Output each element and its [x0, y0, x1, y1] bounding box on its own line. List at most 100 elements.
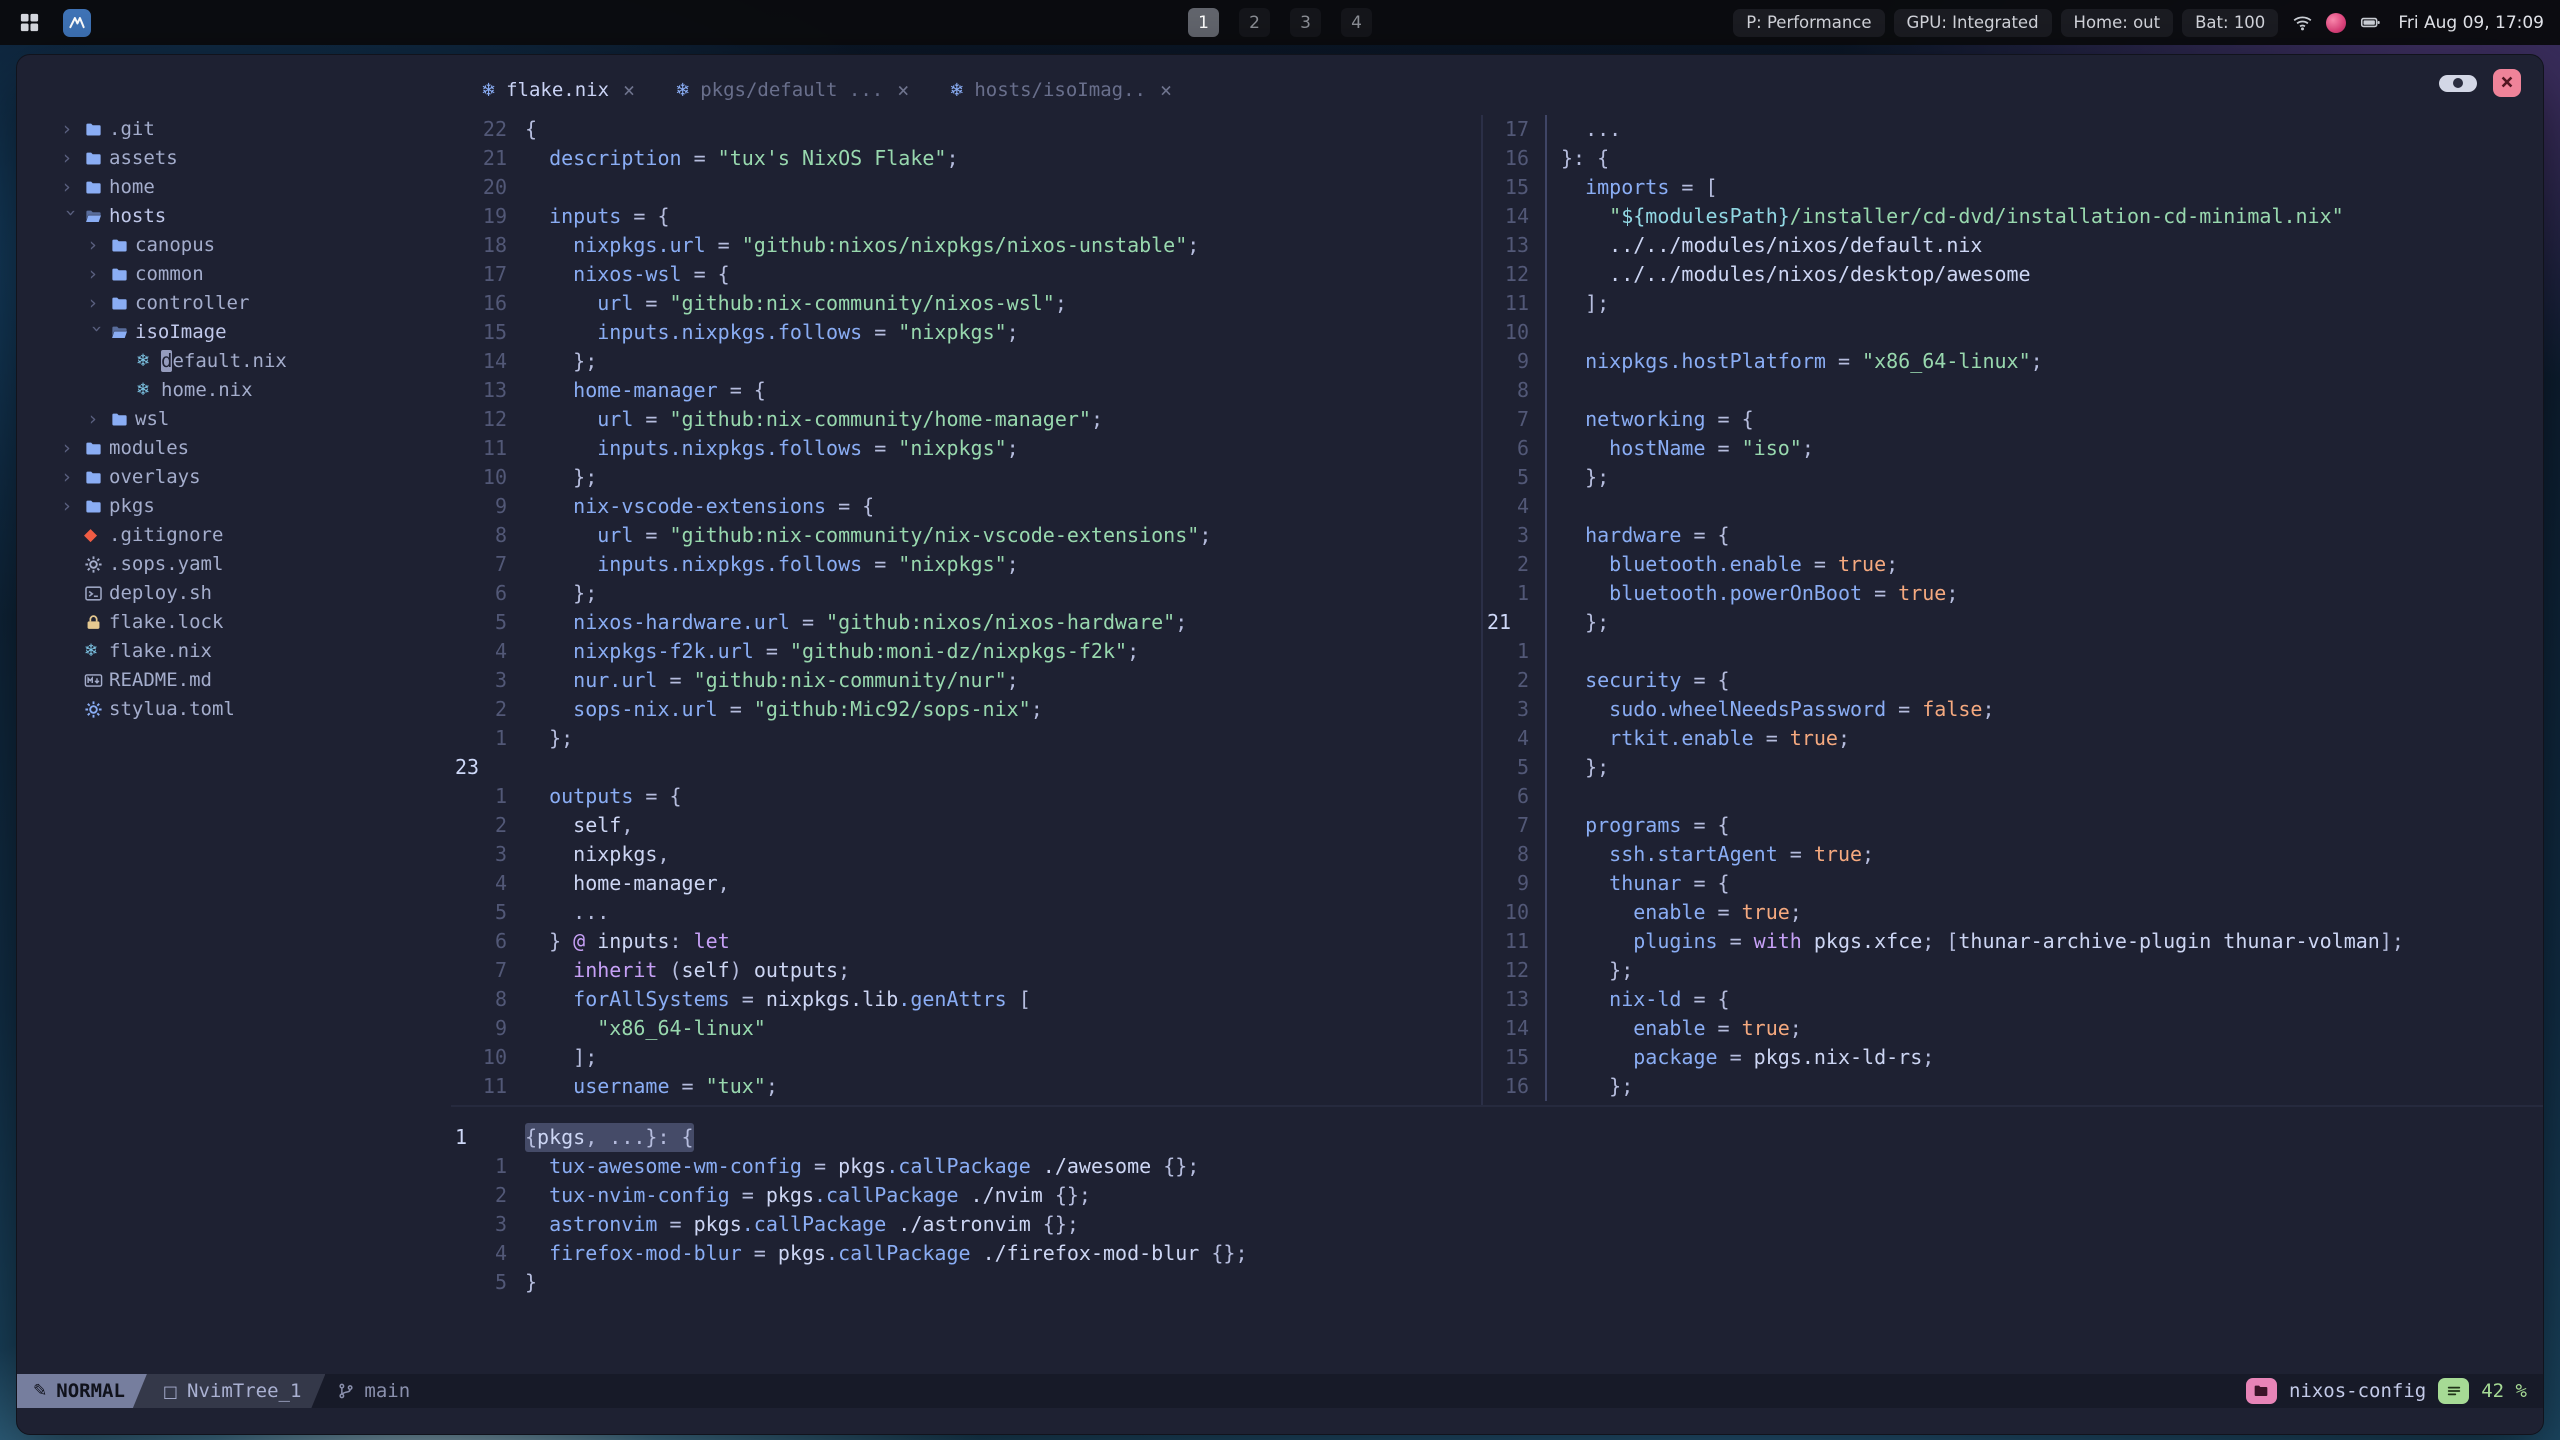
tree-item-default-nix[interactable]: ❄ default.nix — [61, 347, 451, 376]
code-line[interactable]: 10 ]; — [451, 1043, 1481, 1072]
code-line[interactable]: 1 — [1483, 637, 2543, 666]
tree-item--git[interactable]: › .git — [61, 115, 451, 144]
code-line[interactable]: 7 networking = { — [1483, 405, 2543, 434]
code-line[interactable]: 1 }; — [451, 724, 1481, 753]
tree-item-controller[interactable]: › controller — [61, 289, 451, 318]
code-line[interactable]: 2 security = { — [1483, 666, 2543, 695]
workspace-button-1[interactable]: 1 — [1188, 8, 1219, 37]
tree-item-overlays[interactable]: › overlays — [61, 463, 451, 492]
code-line[interactable]: 12 ../../modules/nixos/desktop/awesome — [1483, 260, 2543, 289]
tree-item-deploy-sh[interactable]: deploy.sh — [61, 579, 451, 608]
code-line[interactable]: 19 inputs = { — [451, 202, 1481, 231]
code-line[interactable]: 3 astronvim = pkgs.callPackage ./astronv… — [451, 1210, 2543, 1239]
code-line[interactable]: 13 home-manager = { — [451, 376, 1481, 405]
code-line[interactable]: 10 enable = true; — [1483, 898, 2543, 927]
code-line[interactable]: 15 package = pkgs.nix-ld-rs; — [1483, 1043, 2543, 1072]
code-line[interactable]: 13 ../../modules/nixos/default.nix — [1483, 231, 2543, 260]
tree-item-assets[interactable]: › assets — [61, 144, 451, 173]
code-line[interactable]: 22 { — [451, 115, 1481, 144]
code-line[interactable]: 16 }; — [1483, 1072, 2543, 1101]
tab-pkgs-default-[interactable]: ❄ pkgs/default ... × — [655, 70, 929, 110]
code-line[interactable]: 17 ... — [1483, 115, 2543, 144]
code-line[interactable]: 10 }; — [451, 463, 1481, 492]
code-line[interactable]: 7 inputs.nixpkgs.follows = "nixpkgs"; — [451, 550, 1481, 579]
code-line[interactable]: 4 nixpkgs-f2k.url = "github:moni-dz/nixp… — [451, 637, 1481, 666]
tree-item-wsl[interactable]: › wsl — [61, 405, 451, 434]
tree-item-common[interactable]: › common — [61, 260, 451, 289]
tree-item-modules[interactable]: › modules — [61, 434, 451, 463]
code-line[interactable]: 15 inputs.nixpkgs.follows = "nixpkgs"; — [451, 318, 1481, 347]
code-line[interactable]: 3 sudo.wheelNeedsPassword = false; — [1483, 695, 2543, 724]
code-line[interactable]: 8 ssh.startAgent = true; — [1483, 840, 2543, 869]
code-line[interactable]: 5 }; — [1483, 753, 2543, 782]
code-line[interactable]: 13 nix-ld = { — [1483, 985, 2543, 1014]
pane-left[interactable]: 22{21 description = "tux's NixOS Flake";… — [451, 115, 1481, 1105]
tree-item-home[interactable]: › home — [61, 173, 451, 202]
code-line[interactable]: 2 sops-nix.url = "github:Mic92/sops-nix"… — [451, 695, 1481, 724]
code-line[interactable]: 6 — [1483, 782, 2543, 811]
code-line[interactable]: 1 bluetooth.powerOnBoot = true; — [1483, 579, 2543, 608]
code-line[interactable]: 8 url = "github:nix-community/nix-vscode… — [451, 521, 1481, 550]
code-line[interactable]: 8 forAllSystems = nixpkgs.lib.genAttrs [ — [451, 985, 1481, 1014]
tree-item-pkgs[interactable]: › pkgs — [61, 492, 451, 521]
nvim-tree[interactable]: › .git › assets › home › hosts › canopus › common › c… — [17, 113, 451, 1374]
code-line[interactable]: 14 }; — [451, 347, 1481, 376]
code-line[interactable]: 14 "${modulesPath}/installer/cd-dvd/inst… — [1483, 202, 2543, 231]
workspace-button-2[interactable]: 2 — [1239, 8, 1270, 37]
code-line[interactable]: 12 url = "github:nix-community/home-mana… — [451, 405, 1481, 434]
code-line[interactable]: 18 nixpkgs.url = "github:nixos/nixpkgs/n… — [451, 231, 1481, 260]
window-close-button[interactable]: × — [2493, 69, 2521, 97]
code-line[interactable]: 2 bluetooth.enable = true; — [1483, 550, 2543, 579]
tab-hosts-isoImag-[interactable]: ❄ hosts/isoImag.. × — [929, 70, 1192, 110]
code-line[interactable]: 3 nixpkgs, — [451, 840, 1481, 869]
code-line[interactable]: 6 hostName = "iso"; — [1483, 434, 2543, 463]
code-line[interactable]: 9 "x86_64-linux" — [451, 1014, 1481, 1043]
tab-flake-nix[interactable]: ❄ flake.nix × — [461, 70, 655, 110]
code-line[interactable]: 5 ... — [451, 898, 1481, 927]
code-line[interactable]: 1 tux-awesome-wm-config = pkgs.callPacka… — [451, 1152, 2543, 1181]
code-line[interactable]: 20 — [451, 173, 1481, 202]
code-line[interactable]: 4 rtkit.enable = true; — [1483, 724, 2543, 753]
code-line[interactable]: 16 url = "github:nix-community/nixos-wsl… — [451, 289, 1481, 318]
code-line[interactable]: 11 plugins = with pkgs.xfce; [thunar-arc… — [1483, 927, 2543, 956]
code-line[interactable]: 3 hardware = { — [1483, 521, 2543, 550]
code-line[interactable]: 1 {pkgs, ...}: { — [451, 1123, 2543, 1152]
awesome-logo-icon[interactable] — [63, 8, 91, 37]
tree-item-isoImage[interactable]: › isoImage — [61, 318, 451, 347]
code-line[interactable]: 11 username = "tux"; — [451, 1072, 1481, 1101]
close-icon[interactable]: × — [623, 78, 635, 102]
code-line[interactable]: 4 — [1483, 492, 2543, 521]
code-line[interactable]: 3 nur.url = "github:nix-community/nur"; — [451, 666, 1481, 695]
pane-right[interactable]: 17 ... 16}: {15 imports = [14 "${modulesP… — [1483, 115, 2543, 1105]
code-line[interactable]: 21 }; — [1483, 608, 2543, 637]
workspace-button-3[interactable]: 3 — [1290, 8, 1321, 37]
code-line[interactable]: 8 — [1483, 376, 2543, 405]
code-line[interactable]: 2 self, — [451, 811, 1481, 840]
code-line[interactable]: 5} — [451, 1268, 2543, 1297]
code-line[interactable]: 5 }; — [1483, 463, 2543, 492]
tree-item--gitignore[interactable]: ◆ .gitignore — [61, 521, 451, 550]
code-line[interactable]: 10 — [1483, 318, 2543, 347]
code-line[interactable]: 14 enable = true; — [1483, 1014, 2543, 1043]
code-line[interactable]: 23 — [451, 753, 1481, 782]
tree-item-README-md[interactable]: README.md — [61, 666, 451, 695]
code-line[interactable]: 5 nixos-hardware.url = "github:nixos/nix… — [451, 608, 1481, 637]
code-line[interactable]: 9 thunar = { — [1483, 869, 2543, 898]
pane-bottom[interactable]: 1 {pkgs, ...}: {1 tux-awesome-wm-config =… — [451, 1107, 2543, 1374]
code-line[interactable]: 11 ]; — [1483, 289, 2543, 318]
tree-item-flake-nix[interactable]: ❄ flake.nix — [61, 637, 451, 666]
close-icon[interactable]: × — [1160, 78, 1172, 102]
tree-item-stylua-toml[interactable]: stylua.toml — [61, 695, 451, 724]
apps-grid-icon[interactable] — [16, 9, 43, 36]
code-line[interactable]: 6 } @ inputs: let — [451, 927, 1481, 956]
tree-item-hosts[interactable]: › hosts — [60, 202, 451, 231]
code-line[interactable]: 1 outputs = { — [451, 782, 1481, 811]
code-line[interactable]: 15 imports = [ — [1483, 173, 2543, 202]
code-line[interactable]: 7 inherit (self) outputs; — [451, 956, 1481, 985]
code-line[interactable]: 4 home-manager, — [451, 869, 1481, 898]
tree-item--sops-yaml[interactable]: .sops.yaml — [61, 550, 451, 579]
close-icon[interactable]: × — [897, 78, 909, 102]
code-line[interactable]: 7 programs = { — [1483, 811, 2543, 840]
toggle-button[interactable] — [2439, 74, 2477, 92]
code-line[interactable]: 17 nixos-wsl = { — [451, 260, 1481, 289]
